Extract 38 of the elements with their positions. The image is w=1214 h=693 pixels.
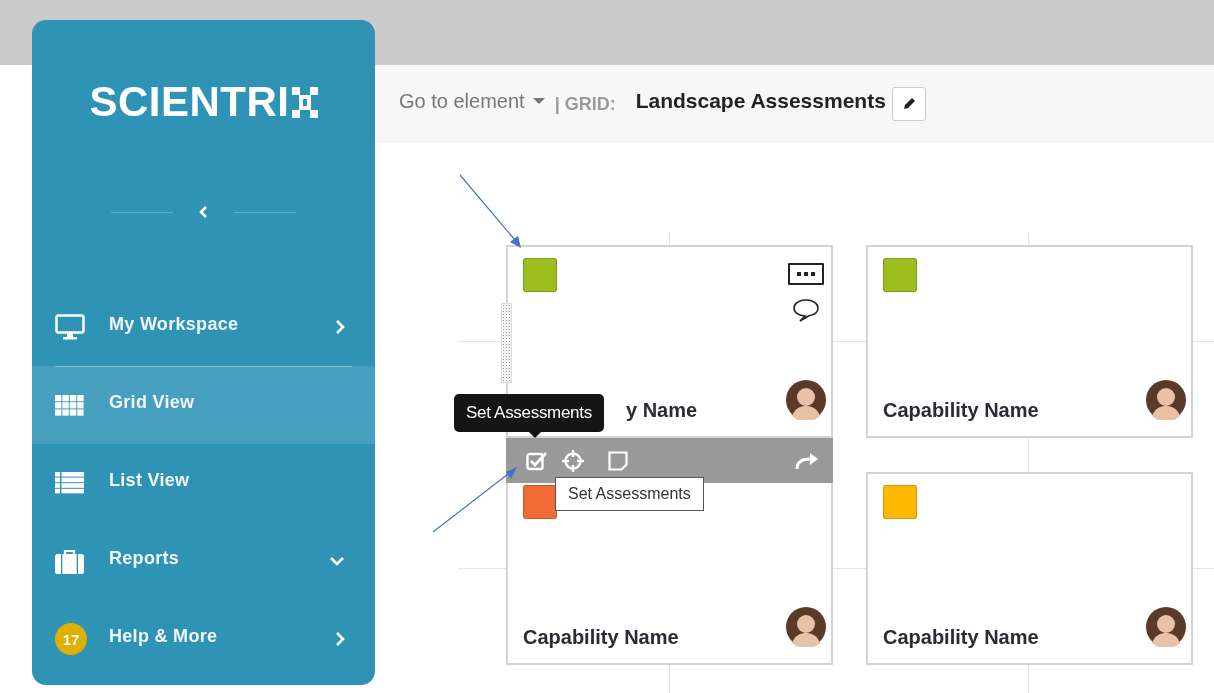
edit-button[interactable] <box>891 87 926 121</box>
nav-item[interactable]: 17 Help & More <box>32 600 375 678</box>
comment-icon[interactable] <box>792 298 820 322</box>
pencil-icon <box>901 97 916 111</box>
nav-item[interactable]: Grid View <box>32 366 375 444</box>
avatar <box>1146 607 1186 647</box>
grid-icon <box>55 394 84 416</box>
checkbox-icon[interactable] <box>526 450 548 471</box>
avatar <box>786 607 826 647</box>
share-icon[interactable] <box>795 451 819 470</box>
briefcase-icon <box>55 548 84 574</box>
card-title: Capability Name <box>523 626 679 649</box>
card-title: y Name <box>626 399 698 422</box>
grid-name: Landscape Assessments <box>635 89 886 113</box>
tooltip: Set Assessments <box>555 477 704 511</box>
logo-text: SCIENTRI <box>89 81 290 123</box>
logo-mark-icon <box>291 86 318 118</box>
capability-card[interactable]: Capability Name <box>866 472 1193 665</box>
more-button[interactable] <box>788 263 824 285</box>
card-title: Capability Name <box>883 399 1039 422</box>
collapse-chevron-icon[interactable] <box>199 205 208 219</box>
note-icon[interactable] <box>608 450 628 471</box>
tooltip: Set Assessments <box>454 394 604 432</box>
go-to-element-dropdown[interactable]: Go to element <box>399 89 545 113</box>
capability-card[interactable]: Capability Name <box>866 245 1193 438</box>
list-icon <box>55 472 84 494</box>
monitor-icon <box>55 314 85 340</box>
caret-icon[interactable] <box>532 97 545 105</box>
crosshair-icon[interactable] <box>562 449 584 472</box>
nav-item[interactable]: List View <box>32 444 375 522</box>
nav-item[interactable]: Reports <box>32 522 375 600</box>
notification-badge: 17 <box>55 623 87 655</box>
grid-label: | GRID: <box>554 93 616 115</box>
avatar <box>786 380 826 420</box>
card-title: Capability Name <box>883 626 1039 649</box>
nav-item[interactable]: My Workspace <box>32 288 375 366</box>
drag-handle[interactable] <box>501 303 512 383</box>
avatar <box>1146 380 1186 420</box>
